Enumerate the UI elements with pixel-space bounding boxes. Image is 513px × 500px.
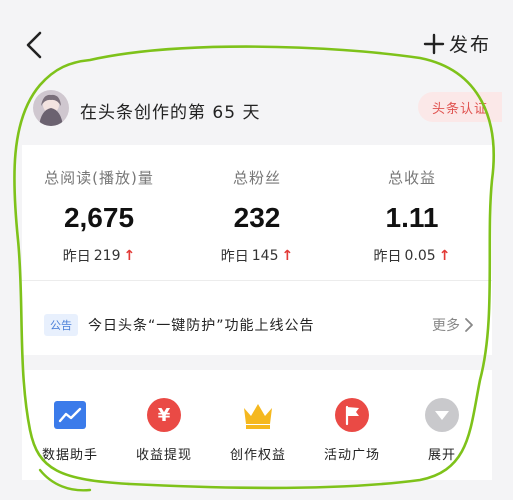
stat-yesterday: 昨日 0.05 ↑	[373, 248, 451, 265]
stat-yesterday: 昨日 145 ↑	[220, 248, 294, 265]
tool-label: 活动广场	[323, 448, 380, 463]
expand-icon	[425, 398, 459, 432]
notice-text[interactable]: 今日头条“一键防护”功能上线公告	[88, 315, 432, 335]
stat-total-reads[interactable]: 总阅读(播放)量 2,675 昨日 219 ↑	[24, 167, 174, 266]
chevron-left-icon	[26, 31, 42, 59]
avatar[interactable]	[33, 90, 69, 126]
toutiao-cert-button[interactable]: 头条认证	[418, 92, 502, 122]
tools-card: 数据助手 ¥ 收益提现 创作权益 活动广场 展开	[22, 370, 492, 480]
stat-label: 总阅读(播放)量	[44, 169, 154, 187]
stats-card: 总阅读(播放)量 2,675 昨日 219 ↑ 总粉丝 232 昨日 145 ↑…	[22, 145, 492, 355]
stat-label: 总粉丝	[232, 169, 281, 187]
stat-value: 232	[233, 202, 281, 233]
tool-label: 收益提现	[135, 448, 192, 463]
flag-icon	[335, 398, 369, 432]
tool-expand[interactable]: 展开	[402, 398, 482, 463]
tool-data-assistant[interactable]: 数据助手	[30, 398, 110, 463]
stat-total-income[interactable]: 总收益 1.11 昨日 0.05 ↑	[337, 167, 487, 266]
creation-days-text: 在头条创作的第 65 天	[80, 103, 261, 123]
stat-label: 总收益	[387, 169, 436, 187]
tool-label: 展开	[427, 448, 456, 463]
notice-more-link[interactable]: 更多	[432, 315, 474, 335]
arrow-up-icon: ↑	[281, 248, 294, 264]
divider	[22, 280, 492, 281]
stat-yesterday: 昨日 219 ↑	[62, 248, 136, 265]
arrow-up-icon: ↑	[438, 248, 451, 264]
tool-creator-rights[interactable]: 创作权益	[218, 398, 298, 463]
notice-tag: 公告	[44, 314, 78, 336]
creator-header: 在头条创作的第 65 天 头条认证	[0, 82, 513, 138]
stat-total-fans[interactable]: 总粉丝 232 昨日 145 ↑	[182, 167, 332, 266]
tool-label: 数据助手	[41, 448, 98, 463]
tool-income-withdraw[interactable]: ¥ 收益提现	[124, 398, 204, 463]
top-bar: 发布	[0, 0, 513, 80]
crown-icon	[244, 404, 272, 429]
arrow-up-icon: ↑	[123, 248, 136, 264]
tool-activity-square[interactable]: 活动广场	[312, 398, 392, 463]
svg-text:¥: ¥	[158, 405, 171, 426]
publish-label: 发布	[448, 34, 491, 56]
stat-value: 2,675	[63, 202, 135, 233]
tool-label: 创作权益	[229, 448, 286, 463]
notice-bar[interactable]: 公告 今日头条“一键防护”功能上线公告 更多	[44, 313, 474, 337]
stat-value: 1.11	[385, 202, 439, 233]
chevron-right-icon	[465, 318, 473, 332]
back-button[interactable]	[22, 30, 48, 60]
avatar-image	[33, 90, 69, 126]
chart-icon	[54, 401, 86, 429]
plus-icon	[423, 33, 445, 54]
publish-button[interactable]: 发布	[423, 30, 491, 57]
yen-icon: ¥	[147, 398, 181, 432]
